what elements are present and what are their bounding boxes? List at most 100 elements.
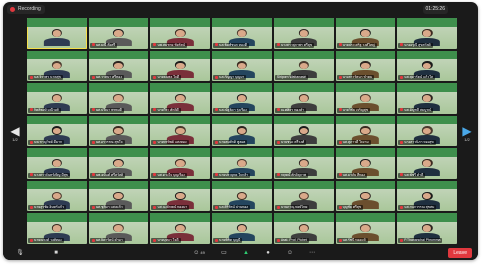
participant-tile[interactable]: นายวิชัย เจริญสุข [335,83,396,114]
muted-microphone-icon [215,140,219,144]
participant-tile[interactable]: นส.กัญญา บุญมา [212,50,272,82]
participant-tile[interactable]: นส.พิมพ์ชนก ทองดี [212,18,272,49]
video-button[interactable]: ■ [49,249,63,257]
participant-tile[interactable]: นายประเสริฐ วงศ์ใหญ่ [335,18,396,49]
next-page-button[interactable]: ▶ 1/2 [461,120,473,146]
share-screen-button[interactable]: ▲ [240,249,252,257]
participant-tile[interactable]: นางอรุณี สุขสวัสดิ์ [397,18,457,49]
participant-tile[interactable]: กิตติพงษ์ มณีวงศ์ [27,83,87,114]
participant-tile[interactable]: กฤษณ์ ศักดิ์สุภาพ [273,148,334,179]
participant-tile[interactable]: นายณรงค์ วงศ์ทอง [27,213,87,244]
virtual-background [150,50,211,60]
participant-tile[interactable]: นส.ณัฐธิดา รุ่งเรือง [212,83,272,114]
muted-microphone-icon [400,238,404,242]
participant-tile[interactable]: นางบุษบา ใจดี [150,213,211,244]
participant-tile[interactable]: ณ.ศศิธร ทองคำ [273,83,334,114]
participant-name: นส.กนกวรรณ สุขสม [398,205,437,211]
more-icon: ⋯ [309,250,315,256]
participant-tile[interactable]: นางพรทิพย์ แสงทอง [150,115,211,147]
participant-name-label: นพ.อนันต์ ศรีสวัสดิ์ [95,172,124,177]
more-button[interactable]: ⋯ [306,249,318,257]
participant-tile[interactable]: Siriporn Wattanasiri [273,50,334,82]
participant-tile[interactable]: นายชนะ ศรีวงศ์ [273,115,334,147]
muted-microphone-icon [276,108,280,112]
participant-tile[interactable]: นส.วาสนา ศรีทอง [88,50,149,82]
meeting-window: Recording 01:25:26 ◀ 1/2 นส.มณี ตั้งศรีน… [3,2,478,260]
muted-microphone-icon [153,140,157,144]
muted-microphone-icon [30,238,33,242]
participant-tile[interactable]: นายประยุทธ ใจกล้า [212,148,272,179]
participant-tile[interactable]: นส.กนกวรรณ สุขสม [397,180,457,212]
participant-name: ณ.ศศิธร ทองคำ [274,107,307,113]
participant-tile[interactable]: นส.จิราพร นาคสุข [27,50,87,82]
participant-tile[interactable]: นายสมศักดิ์ พูลผล [212,115,272,147]
participant-tile[interactable]: นายสุรชัย อินทร์แก้ว [27,180,87,212]
participant-tile[interactable]: นพ.สมชาย ชัยรัตน์ [150,18,211,49]
participant-tile[interactable]: นายวีระ ศักดิ์ดี [150,83,211,114]
participant-name-label: นางอรุณี สุขสวัสดิ์ [404,42,431,47]
participant-name: นางสาวจันทร์เพ็ญ มีสุข [28,172,70,178]
participant-name: นายพิชิต บุญมี [213,237,243,243]
participant-tile[interactable]: นางสาวรัตนา ขำคม [335,50,396,82]
participant-tile[interactable]: นส.ดวงใจ บุญเรือง [150,148,211,179]
participant-tile[interactable]: P.Thananchai Phromma [397,213,457,244]
virtual-background [397,180,457,190]
record-button[interactable]: ● [262,249,274,257]
recording-indicator[interactable]: Recording [7,5,45,14]
participant-tile[interactable]: นส.พัชรี คำดี [397,148,457,179]
virtual-background [150,83,211,92]
participant-name-label: Asst. Prof. Pichet [280,237,307,242]
muted-microphone-icon [276,238,280,242]
participant-tile[interactable]: นส.อัญชลี สมบูรณ์ [397,83,457,114]
muted-microphone-icon [276,43,280,47]
participant-name: นส.สุดารัตน์ แก้วใส [398,75,435,81]
participant-name: นส.อรวรรณ สุขใจ [89,140,125,146]
muted-microphone-icon [400,140,404,144]
participant-tile[interactable]: นส.อรวรรณ สุขใจ [88,115,149,147]
participant-name-label: นพ.ชาญวิทย์ ดีมาก [34,140,63,145]
participant-tile[interactable]: นางสาวนิภา ทองสุข [397,115,457,147]
participant-tile[interactable]: นส.ธิดารัตน์ คำมา [88,213,149,244]
participant-tile[interactable] [27,18,87,49]
participant-tile[interactable]: นพ.ชาญวิทย์ ดีมาก [27,115,87,147]
virtual-background [397,115,457,125]
chat-button[interactable]: ▭ [218,249,230,257]
participants-button[interactable]: ☺ 49 [188,249,210,257]
participant-tile[interactable]: Asst. Prof. Pichet [273,213,334,244]
participant-tile[interactable]: นางสาวจันทร์เพ็ญ มีสุข [27,148,87,179]
participant-tile[interactable]: นส.ปวีณา พรหมดี [88,83,149,114]
participant-name: นายสมศักดิ์ พูลผล [213,140,248,146]
participant-tile[interactable]: นส.ศิริรัตน์ ปานทอง [212,180,272,212]
leave-button[interactable]: Leave [448,248,472,258]
previous-page-button[interactable]: ◀ 1/2 [9,120,21,146]
muted-microphone-icon [215,108,219,112]
muted-microphone-icon [338,75,342,79]
muted-microphone-icon [30,108,33,112]
muted-microphone-icon [153,43,157,47]
participant-name: นางอรุณี สุขสวัสดิ์ [398,42,433,48]
participant-tile[interactable]: นางสาวสุภาพร ศรีสุข [273,18,334,49]
participant-name-label: นายประยุทธ ใจกล้า [219,172,249,177]
participant-tile[interactable]: นส.มาลัย สีทอง [335,148,396,179]
participant-tile[interactable]: นส.สุภาวดี ใจงาม [335,115,396,147]
participant-tile[interactable]: นพ.อนันต์ ศรีสวัสดิ์ [88,148,149,179]
participant-name: Asst. Prof. Pichet [274,237,309,243]
mute-button[interactable]: 🎙 [13,249,27,257]
muted-microphone-icon [91,206,95,210]
muted-microphone-icon [338,173,342,177]
participant-tile[interactable]: นส.มณี ตั้งศรี [88,18,149,49]
participant-name: นส.นงลักษณ์ ทองมา [151,205,190,211]
participant-tile[interactable]: นส.นงลักษณ์ ทองมา [150,180,211,212]
participant-tile[interactable]: นส.ชุติมา แสงแก้ว [88,180,149,212]
reactions-button[interactable]: ☺ [284,249,296,257]
participant-tile[interactable]: นายพิชิต บุญมี [212,213,272,244]
participant-name: นส.พิมพ์ชนก ทองดี [213,42,249,48]
muted-microphone-icon [153,108,157,112]
participant-tile[interactable]: นายภาณุ พงษ์ไทย [273,180,334,212]
participant-name: นส.วาสนา ศรีทอง [89,75,124,81]
participant-name-label: กฤษณ์ ศักดิ์สุภาพ [280,172,307,177]
participant-tile[interactable]: นายธนพล ใจดี [150,50,211,82]
participant-tile[interactable]: บุญชัย ศรีสุข [335,180,396,212]
participant-tile[interactable]: นส.รัชนี ทองแท้ [335,213,396,244]
participant-tile[interactable]: นส.สุดารัตน์ แก้วใส [397,50,457,82]
